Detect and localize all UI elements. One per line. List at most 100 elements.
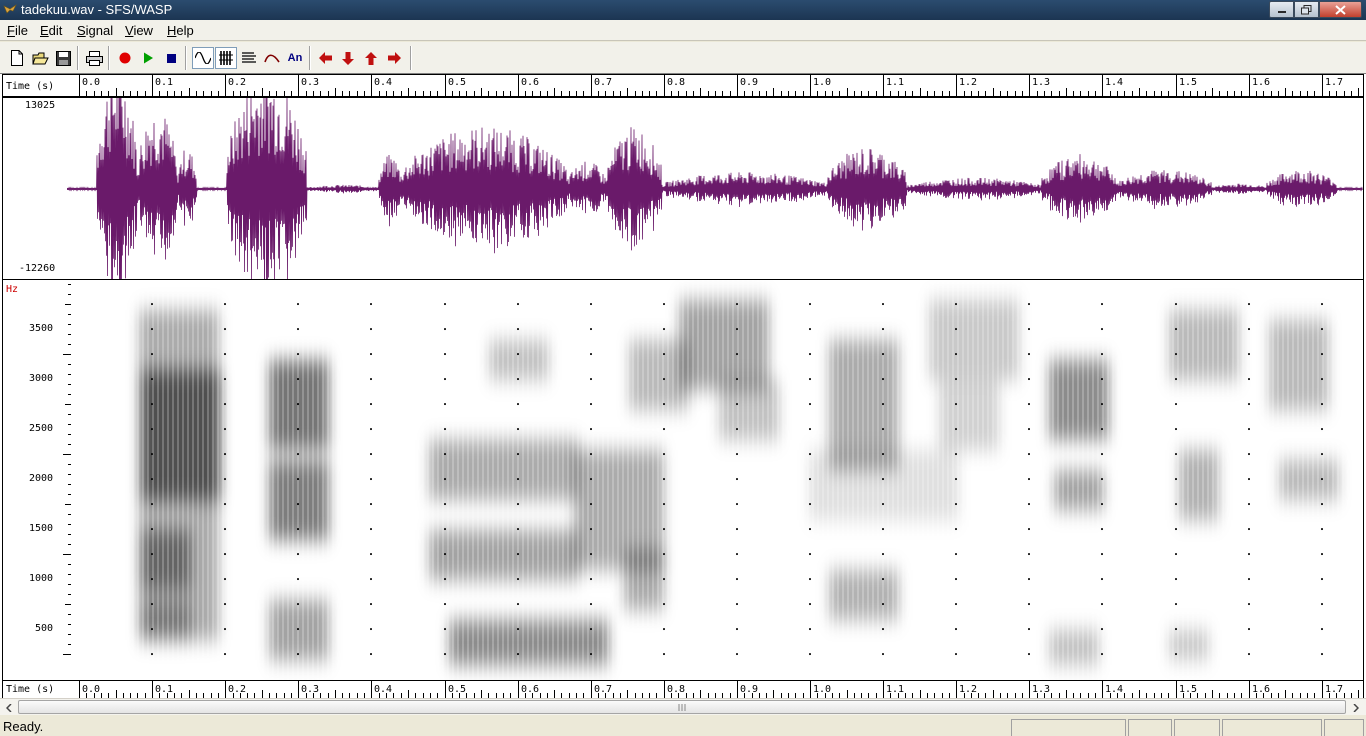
freq-tick-label: 500 xyxy=(35,623,54,634)
spectrogram-unit-label: Hz xyxy=(6,284,19,295)
time-tick-label: 0.0 xyxy=(82,684,100,695)
menu-view[interactable]: View xyxy=(125,23,153,38)
waveform-min-label: -12260 xyxy=(19,263,56,274)
annotation-button[interactable]: An xyxy=(284,47,306,69)
menu-signal[interactable]: Signal xyxy=(77,23,113,38)
narrowband-spectrogram-button[interactable] xyxy=(238,47,260,69)
window-title: tadekuu.wav - SFS/WASP xyxy=(21,2,173,17)
arrow-left-icon xyxy=(318,52,332,64)
time-tick-label: 1.2 xyxy=(959,77,977,88)
time-tick-label: 0.1 xyxy=(155,684,173,695)
window-controls xyxy=(1269,1,1362,18)
time-tick-label: 0.9 xyxy=(740,77,758,88)
pitch-track-button[interactable] xyxy=(261,47,283,69)
time-tick-label: 0.2 xyxy=(228,684,246,695)
time-axis-top: Time (s) 0.0 0.1 0.2 0.3 0.4 0.5 0.6 0.7 0.8 0.9 1… xyxy=(2,74,1364,97)
annotation-icon: An xyxy=(287,52,303,64)
freq-tick-label: 2500 xyxy=(29,423,54,434)
chevron-right-icon xyxy=(1353,703,1359,712)
minor-ticks xyxy=(79,75,1359,96)
print-icon xyxy=(85,50,103,66)
time-axis-label: Time (s) xyxy=(6,684,55,695)
freq-tick-label: 2000 xyxy=(29,473,54,484)
restore-button[interactable] xyxy=(1294,1,1319,18)
minor-ticks xyxy=(79,681,1359,698)
scrollbar-thumb[interactable] xyxy=(18,700,1346,714)
time-tick-label: 0.9 xyxy=(740,684,758,695)
time-tick-label: 0.0 xyxy=(82,77,100,88)
minimize-button[interactable] xyxy=(1269,1,1294,18)
toolbar-separator xyxy=(77,46,79,70)
stop-button[interactable] xyxy=(160,47,182,69)
status-pane xyxy=(1011,719,1126,736)
app-icon xyxy=(3,4,17,14)
time-tick-label: 1.4 xyxy=(1105,77,1123,88)
energy-region xyxy=(1054,470,1104,510)
toolbar-separator xyxy=(185,46,187,70)
time-tick-label: 0.5 xyxy=(448,77,466,88)
minimize-icon xyxy=(1277,10,1286,13)
time-tick-label: 0.3 xyxy=(301,77,319,88)
open-button[interactable] xyxy=(29,47,51,69)
restore-icon xyxy=(1301,4,1312,14)
status-text: Ready. xyxy=(3,719,44,734)
time-tick-label: 0.8 xyxy=(667,684,685,695)
time-tick-label: 0.6 xyxy=(521,684,539,695)
toolbar: An xyxy=(0,42,1366,73)
waveform-view-button[interactable] xyxy=(192,47,214,69)
zoom-out-button[interactable] xyxy=(360,47,382,69)
status-pane xyxy=(1128,719,1172,736)
freq-tick-label: 1500 xyxy=(29,523,54,534)
zoom-in-button[interactable] xyxy=(337,47,359,69)
wideband-spectrogram-button[interactable] xyxy=(215,47,237,69)
print-button[interactable] xyxy=(83,47,105,69)
spectrogram-image xyxy=(102,280,1359,680)
time-tick-label: 1.5 xyxy=(1179,77,1197,88)
status-bar: Ready. xyxy=(0,716,1366,736)
wideband-spectrogram-icon xyxy=(219,51,233,65)
play-button[interactable] xyxy=(137,47,159,69)
status-pane xyxy=(1324,719,1364,736)
grip-icon xyxy=(678,703,685,711)
time-tick-label: 0.3 xyxy=(301,684,319,695)
time-axis-label: Time (s) xyxy=(6,81,55,92)
chevron-left-icon xyxy=(6,703,12,712)
waveform-trace xyxy=(67,98,1363,279)
time-tick-label: 1.7 xyxy=(1325,684,1343,695)
menu-edit[interactable]: Edit xyxy=(40,23,62,38)
save-button[interactable] xyxy=(52,47,74,69)
scroll-right-arrow[interactable] xyxy=(1348,700,1364,715)
menu-file[interactable]: File xyxy=(7,23,28,38)
new-file-icon xyxy=(11,50,23,66)
status-pane xyxy=(1222,719,1322,736)
menu-help[interactable]: Help xyxy=(167,23,194,38)
time-axis-ticks: 0.0 0.1 0.2 0.3 0.4 0.5 0.6 0.7 0.8 0.9 1.0 1.1 1.2 1… xyxy=(79,75,1359,96)
time-tick-label: 1.5 xyxy=(1179,684,1197,695)
waveform-panel[interactable]: 13025 -12260 xyxy=(2,97,1364,280)
pitch-track-icon xyxy=(264,54,280,63)
arrow-down-icon xyxy=(342,51,354,65)
time-tick-label: 1.7 xyxy=(1325,77,1343,88)
scroll-right-button[interactable] xyxy=(383,47,405,69)
time-tick-label: 1.6 xyxy=(1252,684,1270,695)
spectrogram-panel[interactable]: Hz 3500 3000 2500 2000 1500 1000 500 xyxy=(2,279,1364,681)
freq-tick-label: 1000 xyxy=(29,573,54,584)
time-tick-label: 1.0 xyxy=(813,684,831,695)
time-tick-label: 1.3 xyxy=(1032,77,1050,88)
toolbar-separator xyxy=(108,46,110,70)
time-tick-label: 0.4 xyxy=(374,684,392,695)
new-file-button[interactable] xyxy=(6,47,28,69)
record-button[interactable] xyxy=(114,47,136,69)
scroll-left-arrow[interactable] xyxy=(1,700,17,715)
toolbar-separator xyxy=(309,46,311,70)
close-button[interactable] xyxy=(1319,1,1362,18)
time-tick-label: 1.0 xyxy=(813,77,831,88)
time-tick-label: 1.6 xyxy=(1252,77,1270,88)
close-icon xyxy=(1335,4,1346,15)
scroll-left-button[interactable] xyxy=(314,47,336,69)
save-disk-icon xyxy=(55,50,71,66)
arrow-up-icon xyxy=(365,51,377,65)
signal-display: Time (s) 0.0 0.1 0.2 0.3 0.4 0.5 0.6 0.7 0.8 0.9 1… xyxy=(0,73,1366,699)
play-icon xyxy=(144,52,153,64)
horizontal-scrollbar[interactable] xyxy=(0,698,1366,715)
